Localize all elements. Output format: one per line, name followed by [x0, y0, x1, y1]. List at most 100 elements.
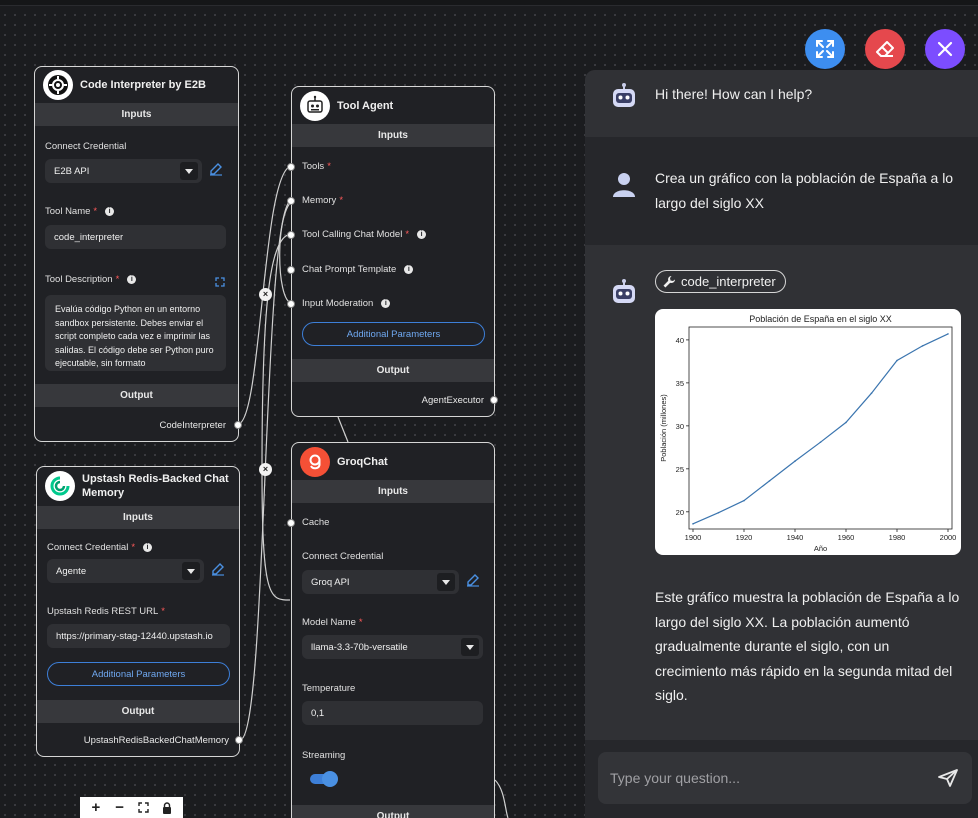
e2b-logo-icon — [43, 70, 73, 100]
prompt-template-handle[interactable] — [287, 266, 295, 274]
expand-chat-button[interactable] — [805, 29, 845, 69]
credential-label: Connect Credential — [45, 141, 127, 152]
x-tick-label: 1940 — [787, 533, 804, 542]
output-handle[interactable] — [235, 736, 243, 744]
y-tick-label: 25 — [676, 465, 684, 474]
close-chat-button[interactable] — [925, 29, 965, 69]
upstash-memory-node[interactable]: Upstash Redis-Backed Chat Memory Inputs … — [36, 466, 243, 757]
wrench-icon — [663, 275, 675, 287]
clear-chat-button[interactable] — [865, 29, 905, 69]
cache-label: Cache — [302, 517, 330, 528]
output-handle[interactable] — [490, 396, 498, 404]
inputs-header: Inputs — [35, 103, 238, 126]
streaming-toggle[interactable] — [310, 771, 338, 787]
additional-parameters-button[interactable]: Additional Parameters — [47, 662, 230, 686]
url-label: Upstash Redis REST URL * — [47, 606, 165, 617]
code-interpreter-node[interactable]: Code Interpreter by E2B Inputs Connect C… — [34, 66, 242, 442]
cache-handle[interactable] — [287, 519, 295, 527]
user-avatar-icon — [613, 173, 635, 197]
user-message-text: Crea un gráfico con la población de Espa… — [655, 170, 954, 211]
eraser-icon — [876, 41, 894, 57]
edit-credential-icon[interactable] — [209, 162, 223, 176]
input-moderation-handle[interactable] — [287, 300, 295, 308]
output-header: Output — [292, 359, 494, 382]
edge-groq-output — [494, 779, 509, 818]
x-tick-label: 1900 — [685, 533, 702, 542]
tool-agent-node[interactable]: Tool Agent Inputs Tools * Memory * Tool Ca… — [287, 86, 498, 417]
chevron-down-icon — [437, 573, 455, 591]
canvas-controls: + − — [80, 797, 183, 818]
info-icon: i — [127, 275, 137, 284]
expand-icon[interactable] — [215, 277, 225, 287]
credential-label: Connect Credential * i — [47, 542, 153, 553]
tools-handle[interactable] — [287, 163, 295, 171]
chat-input-bar — [598, 752, 972, 804]
inputs-header: Inputs — [37, 506, 239, 529]
bot-answer-message: code_interpreter Población de España en … — [585, 245, 978, 740]
anchor-memory: Memory * — [302, 195, 344, 206]
bot-answer-text: Este gráfico muestra la población de Esp… — [655, 589, 960, 703]
output-header: Output — [35, 384, 238, 407]
delete-edge-icon[interactable]: × — [259, 288, 272, 301]
data-point — [845, 421, 847, 424]
data-point — [743, 499, 745, 502]
output-label: CodeInterpreter — [159, 420, 226, 431]
send-icon[interactable] — [937, 768, 959, 788]
chat-panel: Hi there! How can I help? Crea un gráfic… — [585, 70, 978, 818]
zoom-in-icon[interactable]: + — [87, 799, 105, 817]
zoom-out-icon[interactable]: − — [111, 799, 129, 817]
y-axis-label: Población (millones) — [659, 394, 668, 462]
temperature-input[interactable]: 0,1 — [302, 701, 483, 725]
credential-select[interactable]: Groq API — [302, 570, 459, 594]
fit-view-icon[interactable] — [134, 799, 152, 817]
output-label: UpstashRedisBackedChatMemory — [83, 735, 229, 746]
population-line-chart: Población de España en el siglo XX 1900 19… — [659, 314, 957, 553]
info-icon: i — [417, 230, 427, 239]
tool-description-textarea[interactable]: Evalúa código Python en un entorno sandb… — [45, 295, 226, 371]
bot-greeting-message: Hi there! How can I help? — [585, 70, 978, 137]
x-tick-label: 1960 — [838, 533, 855, 542]
chat-input[interactable] — [610, 752, 930, 804]
toggle-knob — [322, 771, 338, 787]
credential-select[interactable]: Agente — [47, 559, 204, 583]
top-bar — [0, 0, 978, 6]
credential-value: Groq API — [311, 576, 350, 588]
data-point — [870, 392, 873, 394]
bot-avatar-icon — [613, 83, 635, 107]
data-point — [794, 460, 796, 462]
data-point — [921, 345, 924, 347]
inputs-header: Inputs — [292, 124, 494, 147]
y-tick-label: 40 — [676, 336, 684, 345]
credential-select[interactable]: E2B API — [45, 159, 202, 183]
memory-handle[interactable] — [287, 197, 295, 205]
tool-name-input[interactable]: code_interpreter — [45, 225, 226, 249]
groq-logo-icon — [300, 446, 330, 477]
chevron-down-icon — [180, 162, 198, 180]
edit-credential-icon[interactable] — [466, 573, 480, 587]
output-handle[interactable] — [234, 421, 242, 429]
edit-credential-icon[interactable] — [211, 562, 225, 576]
x-axis-label: Año — [814, 544, 827, 553]
data-point — [896, 359, 898, 362]
node-title: Tool Agent — [337, 99, 394, 112]
tool-used-chip[interactable]: code_interpreter — [655, 270, 786, 293]
close-icon — [937, 41, 953, 57]
lock-icon[interactable] — [158, 799, 176, 817]
y-tick-label: 20 — [676, 508, 684, 517]
tool-description-label: Tool Description * i — [45, 274, 137, 285]
additional-parameters-button[interactable]: Additional Parameters — [302, 322, 485, 346]
delete-edge-icon[interactable]: × — [259, 463, 272, 476]
anchor-prompt-template: Chat Prompt Template i — [302, 264, 414, 275]
tool-used-label: code_interpreter — [681, 274, 776, 289]
x-tick-label: 2000 — [940, 533, 957, 542]
url-input[interactable]: https://primary-stag-12440.upstash.io — [47, 624, 230, 648]
data-point — [819, 441, 822, 443]
fullscreen-icon — [816, 40, 834, 58]
user-message: Crea un gráfico con la población de Espa… — [585, 137, 978, 245]
groqchat-node[interactable]: GroqChat Inputs Cache Connect Credential… — [287, 442, 495, 818]
data-point — [768, 480, 771, 482]
anchor-tools: Tools * — [302, 161, 331, 172]
chat-model-handle[interactable] — [287, 231, 295, 239]
node-title: Upstash Redis-Backed Chat Memory — [82, 472, 229, 499]
model-name-select[interactable]: llama-3.3-70b-versatile — [302, 635, 483, 659]
